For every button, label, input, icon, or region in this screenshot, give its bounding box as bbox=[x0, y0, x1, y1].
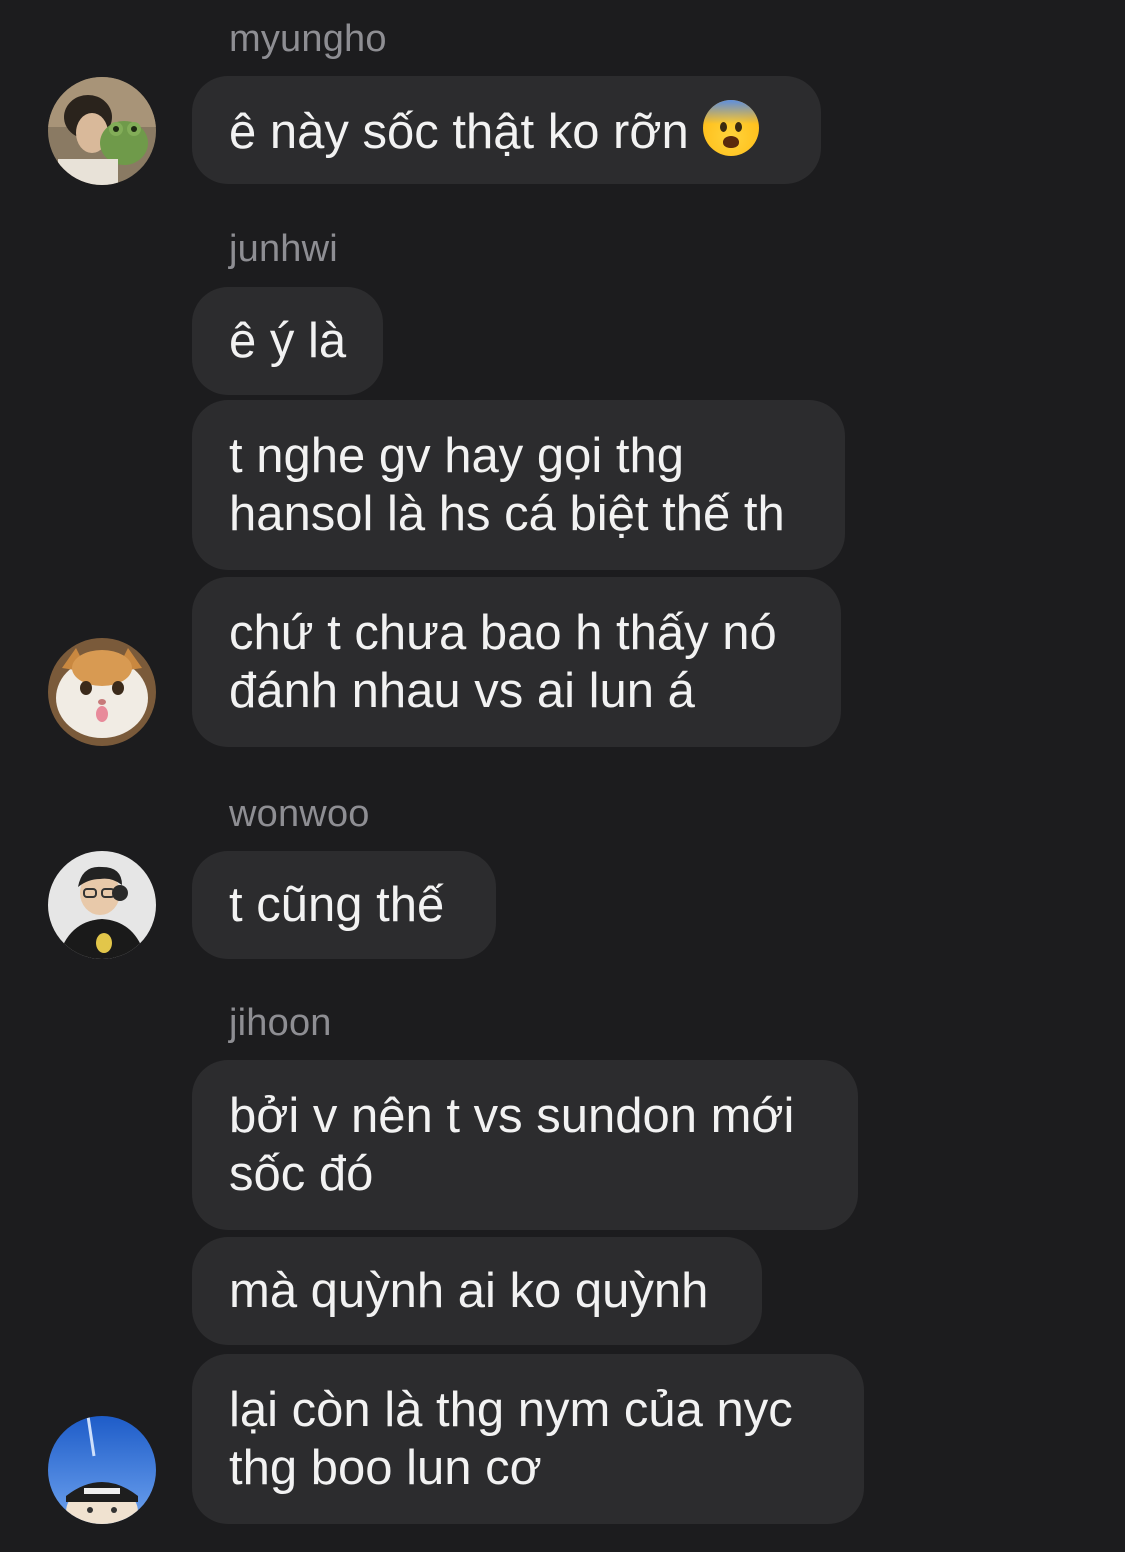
message-bubble[interactable]: t cũng thế bbox=[192, 851, 496, 959]
avatar-junhwi[interactable] bbox=[48, 638, 156, 746]
avatar-myungho[interactable] bbox=[48, 77, 156, 185]
message-text: ê này sốc thật ko rỡn bbox=[229, 104, 689, 159]
message-bubble[interactable]: mà quỳnh ai ko quỳnh bbox=[192, 1237, 762, 1345]
sender-name: wonwoo bbox=[229, 793, 370, 835]
avatar-jihoon[interactable] bbox=[48, 1416, 156, 1524]
message-text: t cũng thế bbox=[229, 878, 445, 932]
message-bubble[interactable]: ê ý là bbox=[192, 287, 383, 395]
sender-name: junhwi bbox=[229, 228, 338, 270]
avatar-wonwoo[interactable] bbox=[48, 851, 156, 959]
message-text-line: chứ t chưa bao h thấy nó bbox=[229, 606, 777, 660]
message-text-line: thg boo lun cơ bbox=[229, 1441, 542, 1495]
anxious-face-emoji-icon bbox=[702, 99, 759, 156]
message-text-line: bởi v nên t vs sundon mới bbox=[229, 1089, 795, 1143]
sender-name: myungho bbox=[229, 18, 387, 60]
sender-name: jihoon bbox=[229, 1002, 332, 1044]
message-text-line: sốc đó bbox=[229, 1147, 374, 1201]
message-bubble[interactable]: t nghe gv hay gọi thg hansol là hs cá bi… bbox=[192, 400, 845, 570]
message-text: ê ý là bbox=[229, 314, 347, 368]
message-bubble[interactable]: chứ t chưa bao h thấy nó đánh nhau vs ai… bbox=[192, 577, 841, 747]
message-bubble[interactable]: ê này sốc thật ko rỡn bbox=[192, 76, 821, 184]
message-text-line: hansol là hs cá biệt thế th bbox=[229, 487, 785, 541]
message-bubble[interactable]: lại còn là thg nym của nyc thg boo lun c… bbox=[192, 1354, 864, 1524]
message-text-line: t nghe gv hay gọi thg bbox=[229, 429, 684, 483]
message-text-line: đánh nhau vs ai lun á bbox=[229, 664, 695, 718]
message-text-line: lại còn là thg nym của nyc bbox=[229, 1383, 793, 1437]
message-text: mà quỳnh ai ko quỳnh bbox=[229, 1264, 709, 1318]
message-bubble[interactable]: bởi v nên t vs sundon mới sốc đó bbox=[192, 1060, 858, 1230]
